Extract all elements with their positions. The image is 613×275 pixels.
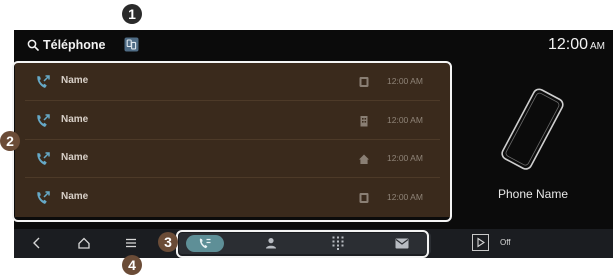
call-time: 12:00 AM — [387, 114, 423, 125]
call-list-item[interactable]: Name 12:00 AM — [15, 102, 450, 140]
callout-2: 2 — [0, 131, 20, 151]
contacts-icon — [266, 238, 276, 249]
contact-name: Name — [61, 113, 89, 125]
menu-icon[interactable] — [123, 235, 139, 251]
call-time: 12:00 AM — [387, 191, 423, 202]
call-time: 12:00 AM — [387, 76, 423, 86]
callout-3: 3 — [158, 232, 178, 252]
outgoing-call-icon — [35, 113, 51, 129]
messages-icon — [395, 238, 409, 249]
home-icon[interactable] — [76, 235, 92, 251]
outgoing-call-icon — [35, 74, 51, 90]
clock-ampm: AM — [590, 41, 605, 52]
call-history-icon — [199, 238, 211, 249]
outgoing-call-icon — [35, 190, 51, 206]
outgoing-call-icon — [35, 151, 51, 167]
contact-name: Name — [61, 190, 89, 202]
mobile-phone-icon — [358, 75, 370, 87]
callout-4: 4 — [122, 255, 142, 275]
tab-messages[interactable] — [390, 233, 414, 254]
search-button[interactable]: Téléphone — [27, 38, 106, 52]
back-icon[interactable] — [29, 235, 45, 251]
contact-name: Name — [61, 152, 89, 163]
recent-calls-list: Name 12:00 AM Name 12:00 AM Name 12:00 AM Name… — [15, 63, 450, 217]
media-status-label: Off — [500, 238, 511, 247]
dialpad-icon — [332, 236, 344, 250]
play-icon — [477, 237, 485, 248]
mobile-phone-icon — [358, 191, 370, 203]
office-building-icon — [358, 114, 370, 126]
screenshot-root: Téléphone 12:00 AM Name 12:00 AM Name 12:00 … — [0, 0, 613, 275]
call-list-item[interactable]: Name 12:00 AM — [15, 140, 450, 178]
contact-name: Name — [61, 75, 89, 86]
media-play-button[interactable] — [472, 234, 489, 251]
call-time: 12:00 AM — [387, 153, 423, 163]
phone-illustration-icon — [501, 88, 564, 170]
tab-call-history[interactable] — [186, 233, 224, 254]
clock: 12:00 AM — [548, 36, 605, 54]
call-list-item[interactable]: Name 12:00 AM — [15, 63, 450, 101]
bottom-navigation-bar: Off — [14, 229, 613, 258]
tab-contacts[interactable] — [260, 233, 284, 254]
call-list-item[interactable]: Name 12:00 AM — [15, 179, 450, 217]
search-icon — [27, 39, 39, 51]
tab-dialpad[interactable] — [327, 233, 351, 254]
phone-screen: Téléphone 12:00 AM Name 12:00 AM Name 12:00 … — [14, 30, 613, 258]
sync-contacts-icon[interactable] — [124, 37, 139, 52]
page-title: Téléphone — [43, 38, 106, 52]
callout-1: 1 — [122, 4, 142, 24]
home-icon — [358, 152, 370, 164]
connected-device-name[interactable]: Phone Name — [454, 187, 612, 201]
clock-time: 12:00 — [547, 36, 588, 53]
